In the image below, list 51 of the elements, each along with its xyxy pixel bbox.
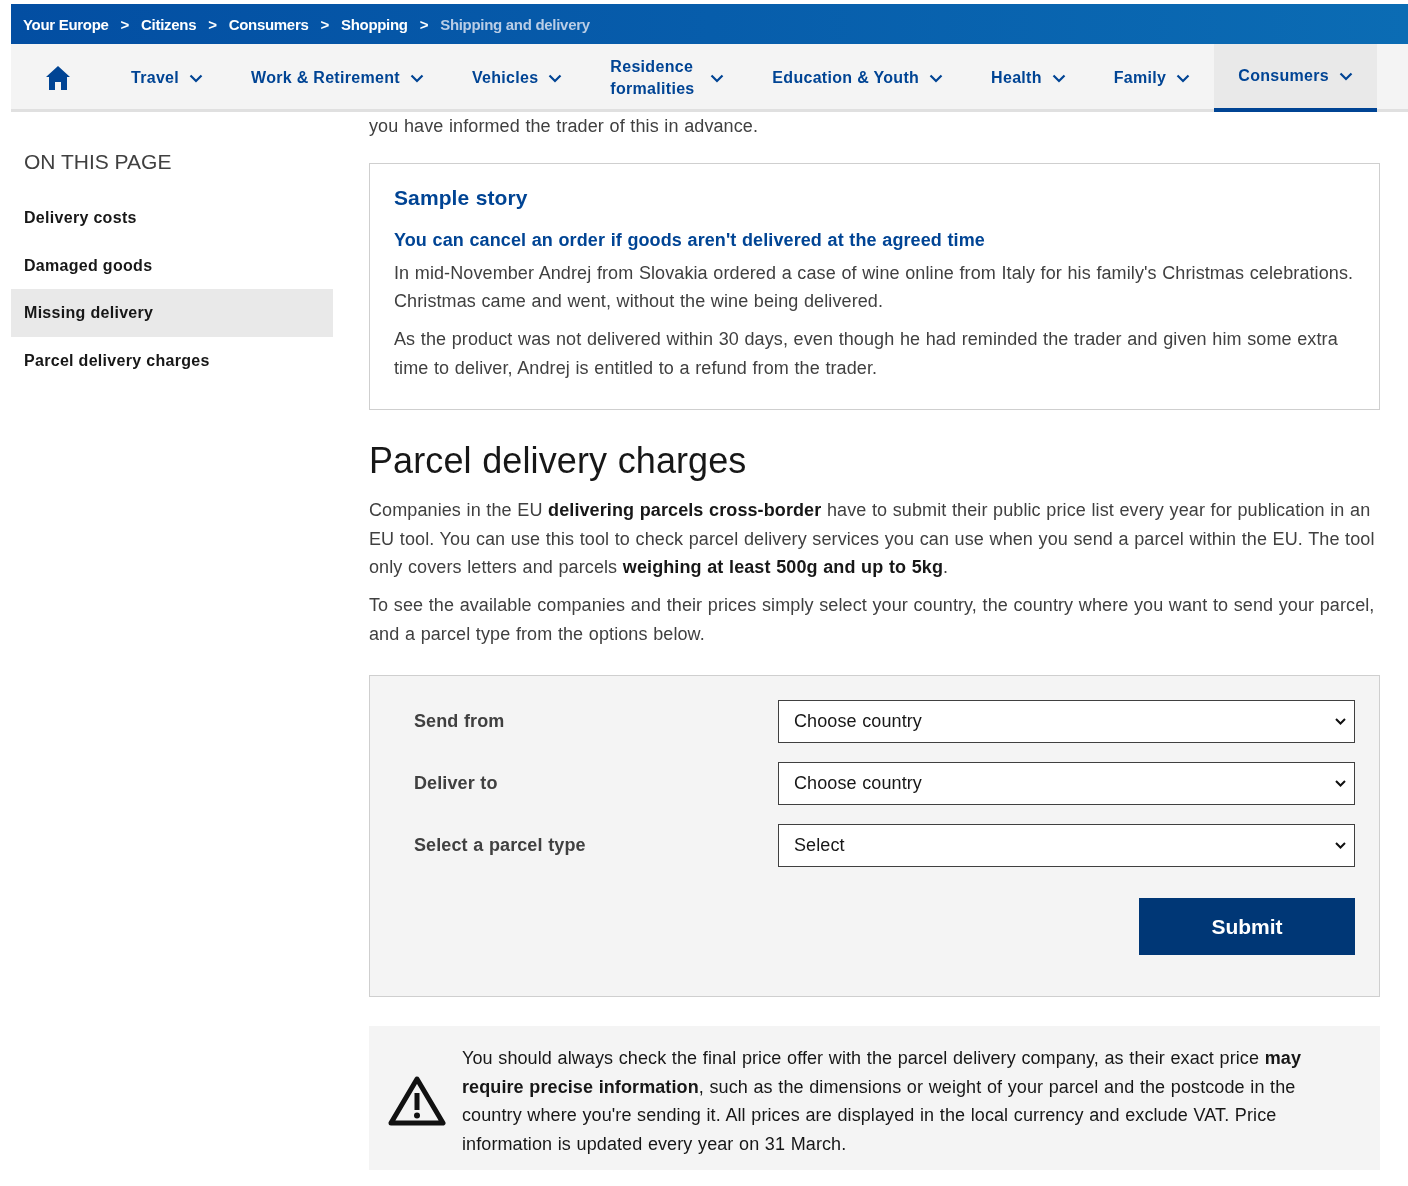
breadcrumb-link[interactable]: Citizens (141, 15, 197, 33)
story-paragraph: In mid-November Andrej from Slovakia ordered a case of wine online from Italy for his family's Christmas celebrations. Christmas came and went, without the wine being delivered. (394, 261, 1355, 314)
breadcrumb-separator: > (320, 15, 329, 33)
body-text: you have informed the trader of this in advance. (369, 115, 760, 138)
breadcrumb-separator: > (419, 15, 429, 33)
submit-button[interactable]: Submit (1139, 898, 1355, 956)
nav-menu-tab[interactable]: Family (1089, 44, 1215, 112)
field-label: Deliver to (414, 772, 499, 796)
breadcrumb-link[interactable]: Your Europe (23, 15, 109, 33)
sidebar-link[interactable]: Damaged goods (11, 241, 333, 289)
nav-menu-tab[interactable]: Travel (107, 44, 228, 112)
nav-menu-tab[interactable]: Consumers (1214, 44, 1378, 112)
country-dropdown[interactable]: Select (778, 824, 1355, 868)
sidebar-link[interactable]: Parcel delivery charges (11, 336, 333, 384)
chevron-down-icon (1339, 71, 1354, 81)
chevron-down-icon (1051, 73, 1066, 83)
body-paragraph: To see the available companies and their prices simply select your country, the country where you want to send your parcel, and a parcel type from the options below. (369, 593, 1376, 646)
nav-menu-tab[interactable]: Vehicles (447, 44, 587, 112)
story-title: Sample story (394, 184, 529, 211)
nav-menu-tab[interactable]: Health (967, 44, 1090, 112)
breadcrumb-link[interactable]: Consumers (228, 15, 309, 33)
sidebar-heading: ON THIS PAGE (24, 150, 173, 174)
dropdown-caret-icon (1335, 780, 1346, 788)
current-page-label[interactable]: Shipping and delivery (440, 15, 590, 33)
sidebar-link[interactable]: Delivery costs (11, 194, 333, 242)
field-label: Select a parcel type (414, 834, 587, 858)
nav-menu-tab[interactable]: Education & Youth (748, 44, 968, 112)
breadcrumb-separator: > (120, 15, 130, 33)
chevron-down-icon (189, 73, 204, 83)
chevron-down-icon (409, 73, 424, 83)
breadcrumb-separator: > (208, 15, 217, 33)
notice-text: You should always check the final price offer with the parcel delivery company, as their exact price may require precise information, such as the dimensions or weight of your parcel and the postcode in the country where you're sending it. All prices are displayed in the local currency and exclude VAT. Price information is updated every year on 31 March. (462, 1047, 1302, 1156)
story-paragraph: As the product was not delivered within 30 days, even though he had reminded the trader and given him some extra time to deliver, Andrej is entitled to a refund from the trader. (394, 327, 1339, 380)
chevron-down-icon (710, 73, 725, 83)
chevron-down-icon (548, 73, 563, 83)
sidebar-link[interactable]: Missing delivery (11, 289, 333, 337)
chevron-down-icon (1176, 73, 1191, 83)
nav-menu-tab[interactable]: Work & Retirement (227, 44, 448, 112)
home-icon (45, 65, 71, 91)
chevron-down-icon (929, 73, 944, 83)
nav-menu-tab[interactable]: Residence formalities (586, 44, 749, 112)
field-label: Send from (414, 710, 506, 734)
country-dropdown[interactable]: Choose country (778, 762, 1355, 806)
section-heading: Parcel delivery charges (369, 440, 748, 483)
warning-icon (387, 1075, 447, 1128)
country-dropdown[interactable]: Choose country (778, 700, 1355, 744)
breadcrumb-link[interactable]: Shopping (340, 15, 408, 33)
dropdown-caret-icon (1335, 842, 1346, 850)
story-subtitle: You can cancel an order if goods aren't delivered at the agreed time (394, 229, 986, 253)
dropdown-caret-icon (1335, 718, 1346, 726)
body-paragraph: Companies in the EU delivering parcels cross-border have to submit their public price list every year for publication in an EU tool. You can use this tool to check parcel delivery services you can use when you send a parcel within the EU. The tool only covers letters and parcels weighing at least 500g and up to 5kg. (369, 499, 1376, 580)
